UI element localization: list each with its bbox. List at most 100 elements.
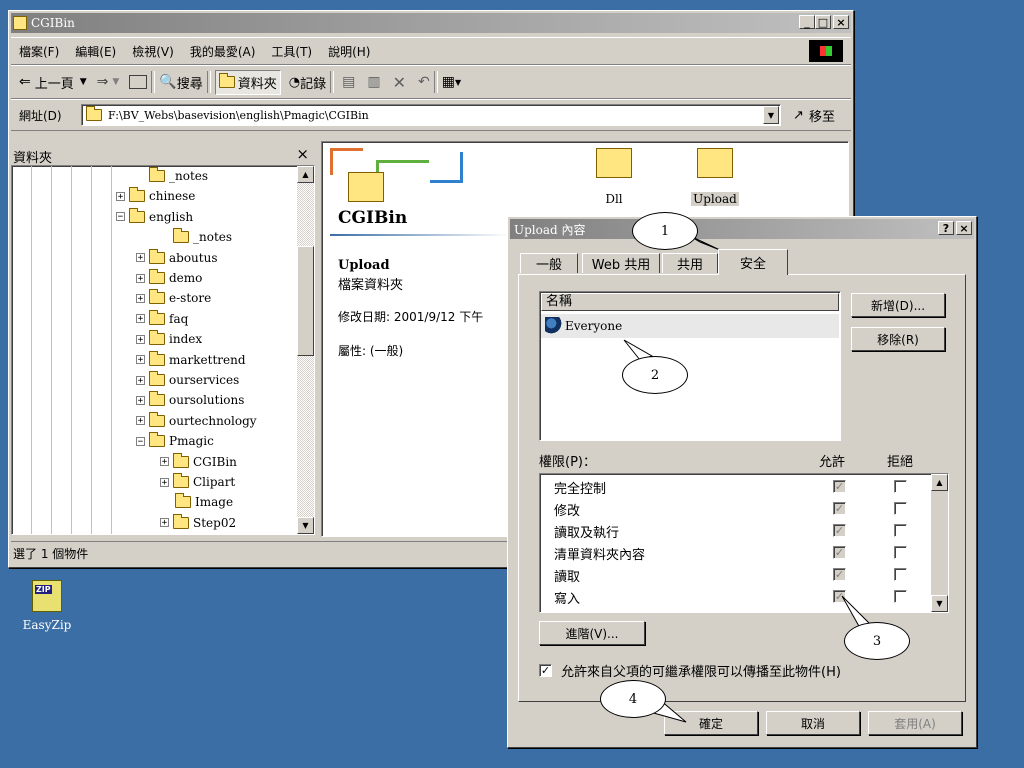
dialog-close-button[interactable]: × xyxy=(956,221,972,235)
name-item-everyone[interactable]: Everyone xyxy=(541,314,839,338)
collapse-icon[interactable]: − xyxy=(116,212,125,222)
maximize-button[interactable]: □ xyxy=(815,15,831,29)
cancel-button[interactable]: 取消 xyxy=(766,711,860,735)
tab-general[interactable]: 一般 xyxy=(520,253,578,273)
tree-node[interactable]: + ourtechnology xyxy=(136,411,257,431)
expand-icon[interactable]: + xyxy=(136,395,145,405)
views-icon[interactable]: ▦ xyxy=(442,74,455,90)
inherit-checkbox[interactable]: ✓ xyxy=(539,664,552,677)
back-dropdown-icon[interactable]: ▼ xyxy=(80,77,87,87)
remove-button[interactable]: 移除(R) xyxy=(851,327,945,351)
menu-item[interactable]: 我的最愛(A) xyxy=(182,43,264,60)
expand-icon[interactable]: + xyxy=(160,457,169,467)
allow-checkbox[interactable]: ✓ xyxy=(833,546,846,559)
address-input[interactable]: F:\BV_Webs\basevision\english\Pmagic\CGI… xyxy=(81,104,781,126)
move-to-icon[interactable]: ▤ xyxy=(342,74,355,90)
folder-pane-close-icon[interactable]: × xyxy=(296,145,309,163)
minimize-button[interactable]: _ xyxy=(799,15,815,29)
search-button[interactable]: 搜尋 xyxy=(177,73,203,92)
expand-icon[interactable]: + xyxy=(160,518,169,528)
tab-web-sharing[interactable]: Web 共用 xyxy=(582,253,660,273)
menu-item[interactable]: 說明(H) xyxy=(320,43,378,60)
copy-to-icon[interactable]: ▥ xyxy=(367,74,380,90)
tree-node[interactable]: + chinese xyxy=(116,186,195,206)
tab-security[interactable]: 安全 xyxy=(718,249,788,275)
file-item-dll[interactable]: Dll xyxy=(584,148,644,206)
expand-icon[interactable]: + xyxy=(136,273,145,283)
expand-icon[interactable]: + xyxy=(136,334,145,344)
allow-checkbox[interactable]: ✓ xyxy=(833,524,846,537)
search-icon[interactable]: 🔍 xyxy=(159,74,176,90)
tree-node[interactable]: + CGIBin xyxy=(160,452,237,472)
deny-checkbox[interactable] xyxy=(894,524,907,537)
history-button[interactable]: 記錄 xyxy=(300,73,326,92)
tree-node[interactable]: + faq xyxy=(136,309,188,329)
up-folder-icon[interactable] xyxy=(129,75,148,89)
deny-checkbox[interactable] xyxy=(894,502,907,515)
expand-icon[interactable]: + xyxy=(136,293,145,303)
tree-node[interactable]: + aboutus xyxy=(136,248,218,268)
add-button[interactable]: 新增(D)... xyxy=(851,293,945,317)
tree-node[interactable]: + markettrend xyxy=(136,350,246,370)
expand-icon[interactable]: + xyxy=(136,416,145,426)
address-dropdown-button[interactable]: ▼ xyxy=(763,106,779,124)
history-icon[interactable]: ◔ xyxy=(289,75,300,90)
names-header[interactable]: 名稱 xyxy=(541,293,839,311)
file-item-upload[interactable]: Upload xyxy=(682,148,748,206)
menu-item[interactable]: 檔案(F) xyxy=(11,43,67,60)
deny-checkbox[interactable] xyxy=(894,590,907,603)
tree-node[interactable]: + oursolutions xyxy=(136,390,244,410)
expand-icon[interactable]: + xyxy=(136,314,145,324)
expand-icon[interactable]: + xyxy=(160,477,169,487)
go-button[interactable]: 移至 xyxy=(809,106,835,125)
tree-scroll-down-button[interactable]: ▼ xyxy=(297,517,314,534)
permissions-scrollbar[interactable]: ▲ ▼ xyxy=(931,474,948,612)
undo-icon[interactable]: ↶ xyxy=(418,74,430,90)
expand-icon[interactable]: + xyxy=(136,375,145,385)
advanced-button[interactable]: 進階(V)... xyxy=(539,621,645,645)
allow-checkbox[interactable]: ✓ xyxy=(833,480,846,493)
allow-checkbox[interactable]: ✓ xyxy=(833,502,846,515)
tree-node[interactable]: + demo xyxy=(136,268,202,288)
allow-checkbox[interactable]: ✓ xyxy=(833,590,846,603)
tree-node[interactable]: + Step02 xyxy=(160,513,236,533)
perm-scroll-down-button[interactable]: ▼ xyxy=(931,595,948,612)
allow-checkbox[interactable]: ✓ xyxy=(833,568,846,581)
menu-item[interactable]: 檢視(V) xyxy=(124,43,182,60)
menu-item[interactable]: 編輯(E) xyxy=(67,43,124,60)
dialog-help-button[interactable]: ? xyxy=(938,221,954,235)
deny-checkbox[interactable] xyxy=(894,546,907,559)
dialog-titlebar[interactable]: Upload 內容 ? × xyxy=(510,219,974,239)
perm-scroll-up-button[interactable]: ▲ xyxy=(931,474,948,491)
tree-node[interactable]: − Pmagic xyxy=(136,431,214,451)
collapse-icon[interactable]: − xyxy=(136,436,145,446)
ok-button[interactable]: 確定 xyxy=(664,711,758,735)
delete-icon[interactable]: ✕ xyxy=(393,73,406,92)
forward-arrow-icon[interactable]: ⇒ xyxy=(97,74,109,90)
views-dropdown-icon[interactable]: ▼ xyxy=(455,78,461,87)
explorer-titlebar[interactable]: CGIBin _ □ × xyxy=(11,13,851,33)
tree-node[interactable]: − english xyxy=(116,207,193,227)
expand-icon[interactable]: + xyxy=(136,355,145,365)
expand-icon[interactable]: + xyxy=(116,191,125,201)
tree-node[interactable]: _notes xyxy=(160,227,232,247)
tree-node[interactable]: _notes xyxy=(136,166,208,186)
apply-button[interactable]: 套用(A) xyxy=(868,711,962,735)
back-button[interactable]: 上一頁 xyxy=(35,73,74,92)
menu-item[interactable]: 工具(T) xyxy=(263,43,320,60)
close-button[interactable]: × xyxy=(833,15,849,29)
tree-node[interactable]: Image xyxy=(162,492,233,512)
names-list[interactable]: 名稱 Everyone xyxy=(539,291,841,441)
forward-dropdown-icon[interactable]: ▼ xyxy=(112,77,119,87)
tree-node[interactable]: + e-store xyxy=(136,288,211,308)
back-arrow-icon[interactable]: ⇐ xyxy=(19,74,31,90)
tab-sharing[interactable]: 共用 xyxy=(662,253,718,273)
desktop-icon-easyzip[interactable]: ZIP EasyZip xyxy=(14,580,80,632)
folders-button[interactable]: 資料夾 xyxy=(214,69,281,95)
tree-scroll-thumb[interactable] xyxy=(297,246,314,356)
tree-scrollbar[interactable]: ▲ ▼ xyxy=(297,166,314,534)
expand-icon[interactable]: + xyxy=(136,253,145,263)
tree-scroll-up-button[interactable]: ▲ xyxy=(297,166,314,183)
deny-checkbox[interactable] xyxy=(894,568,907,581)
deny-checkbox[interactable] xyxy=(894,480,907,493)
